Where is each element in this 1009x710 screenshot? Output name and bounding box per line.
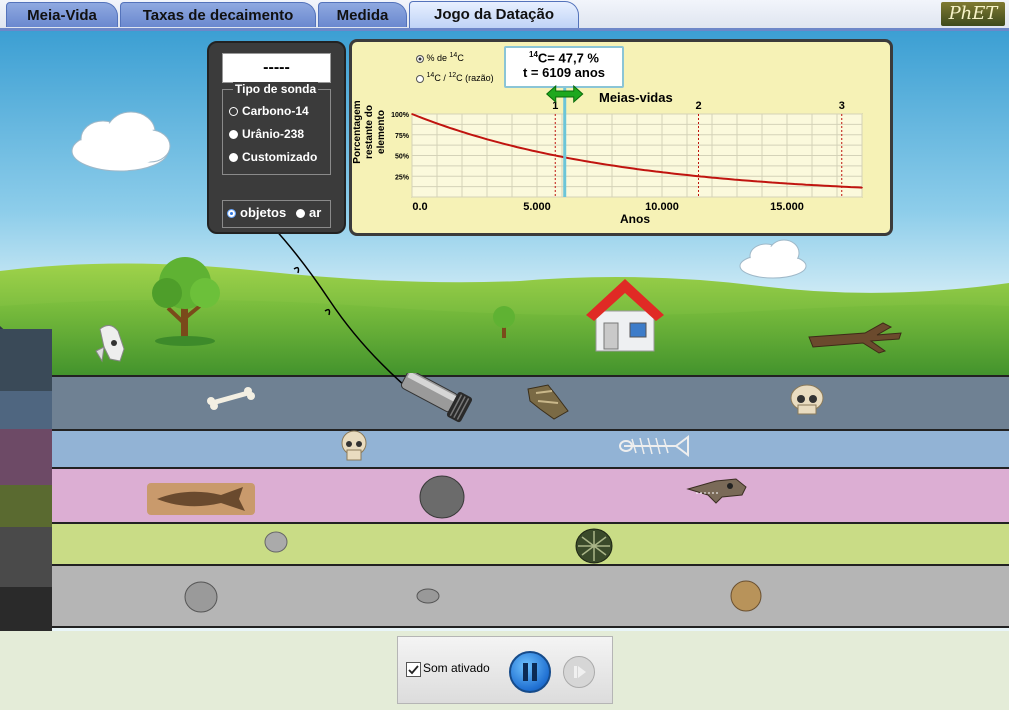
decay-graph-panel: % de 14C 14C / 12C (razão) 14C= 47,7 % t…: [349, 39, 893, 236]
probe-type-group: Tipo de sonda Carbono-14 Urânio-238 Cust…: [222, 82, 331, 175]
dinosaur-skull-icon[interactable]: [686, 475, 748, 505]
x-tick-label: 0.0: [412, 201, 427, 213]
data-point: [861, 186, 863, 189]
stratum-side: [0, 527, 52, 587]
y-tick-label: 50%: [395, 154, 410, 161]
probe-readout: -----: [222, 53, 331, 83]
data-point: [761, 180, 763, 183]
tab-medida[interactable]: Medida: [318, 2, 407, 27]
radio-customizado[interactable]: Customizado: [229, 150, 317, 164]
y-tick-label: 25%: [395, 174, 410, 181]
radio-icon: [229, 153, 238, 163]
data-point: [661, 171, 663, 174]
pause-icon: [523, 663, 537, 681]
x-tick-label: 10.000: [645, 201, 679, 213]
radio-label: Customizado: [242, 150, 318, 164]
stratum-layer: [50, 522, 1009, 568]
bone-icon[interactable]: [206, 387, 256, 411]
stratum-side: [0, 429, 52, 485]
house-icon[interactable]: [582, 275, 668, 355]
sound-checkbox[interactable]: [406, 662, 421, 677]
data-point: [511, 145, 513, 147]
pottery-icon[interactable]: [522, 381, 572, 421]
data-point: [554, 154, 557, 157]
radio-label: Carbono-14: [242, 104, 309, 118]
data-point: [461, 131, 463, 133]
probe-icon[interactable]: [393, 373, 483, 427]
sound-label: Som ativado: [423, 661, 490, 675]
rock-icon[interactable]: [418, 474, 466, 520]
probe-type-panel: ----- Tipo de sonda Carbono-14 Urânio-23…: [207, 41, 346, 234]
step-icon: [574, 666, 586, 678]
phet-logo: PhET: [941, 2, 1005, 26]
y-tick-label: 100%: [391, 112, 410, 119]
stratum-side: [0, 587, 52, 631]
half-life-marker-label: 3: [839, 100, 845, 112]
half-life-marker-label: 2: [695, 100, 701, 112]
step-button[interactable]: [563, 656, 595, 688]
pebble-icon[interactable]: [415, 587, 441, 605]
radio-carbono-14[interactable]: Carbono-14: [229, 104, 309, 118]
skull-icon[interactable]: [786, 383, 828, 417]
radio-selected-icon: [227, 209, 236, 219]
data-point: [811, 184, 813, 186]
radio-label: Urânio-238: [242, 127, 305, 141]
tree-icon[interactable]: [143, 253, 228, 348]
decay-chart: 100%75%50%25%0.0 5.000 10.000 15.0001 2 3: [391, 84, 863, 213]
data-point: [411, 113, 413, 115]
x-tick-label: 5.000: [523, 201, 551, 213]
x-axis-label: Anos: [620, 212, 650, 226]
data-point: [611, 164, 613, 167]
tab-taxas-de-decaimento[interactable]: Taxas de decaimento: [120, 2, 316, 27]
rock-icon[interactable]: [183, 580, 219, 614]
animal-skull-icon[interactable]: [90, 321, 135, 366]
radio-icon: [296, 209, 305, 219]
radio-label: objetos: [240, 205, 287, 220]
fossil-fish-icon[interactable]: [147, 483, 255, 515]
radio-ar[interactable]: ar: [296, 205, 321, 220]
stratum-layer: [50, 429, 1009, 471]
playback-controls: Som ativado: [397, 636, 613, 704]
radio-icon: [229, 130, 238, 140]
pebble-icon[interactable]: [263, 531, 289, 553]
tab-jogo-da-datacao[interactable]: Jogo da Datação: [409, 1, 579, 28]
fish-skeleton-icon[interactable]: [618, 431, 692, 461]
radio-objetos[interactable]: objetos: [227, 205, 286, 220]
probe-type-title: Tipo de sonda: [233, 82, 319, 96]
data-point: [697, 175, 700, 178]
probe-target-group: objetos ar: [222, 200, 331, 228]
tab-bar: Meia-Vida Taxas de decaimento Medida Jog…: [0, 0, 1009, 31]
data-point: [711, 176, 713, 179]
shell-fossil-icon[interactable]: [574, 527, 614, 565]
pause-button[interactable]: [509, 651, 551, 693]
radio-label: ar: [309, 205, 322, 220]
stratum-side: [0, 329, 52, 391]
dead-tree-icon[interactable]: [805, 317, 905, 357]
skull-icon[interactable]: [338, 429, 370, 465]
stratum-side: [0, 391, 52, 429]
data-point: [840, 185, 843, 188]
stratum-side: [0, 485, 52, 527]
tab-meia-vida[interactable]: Meia-Vida: [6, 2, 118, 27]
rock-icon[interactable]: [729, 579, 763, 613]
checkmark-icon: [408, 665, 419, 675]
x-tick-label: 15.000: [770, 201, 804, 213]
radio-selected-icon: [229, 107, 238, 117]
small-tree-icon[interactable]: [488, 304, 520, 340]
y-tick-label: 75%: [395, 133, 410, 140]
radio-uranio-238[interactable]: Urânio-238: [229, 127, 304, 141]
